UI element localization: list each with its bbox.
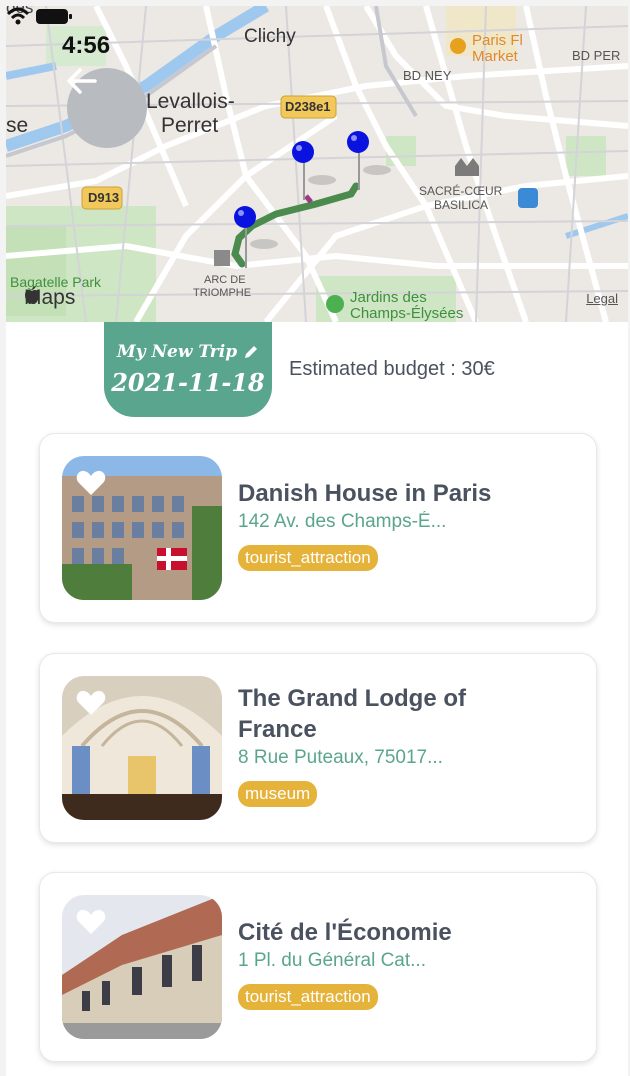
place-name: Cité de l'Économie	[238, 919, 452, 946]
map-label-arc2: TRIOMPHE	[193, 287, 252, 299]
route-map[interactable]: oes Clichy Levallois- Perret se D238e1 B…	[6, 6, 628, 322]
heart-icon[interactable]	[76, 470, 106, 496]
heart-icon[interactable]	[76, 909, 106, 935]
place-info: The Grand Lodge of France 8 Rue Puteaux,…	[238, 683, 578, 807]
map-label-d238e1: D238e1	[285, 99, 331, 114]
map-label-perret: Perret	[161, 114, 219, 137]
heart-icon[interactable]	[76, 690, 106, 716]
battery-icon	[36, 9, 72, 24]
apple-icon	[25, 286, 39, 304]
trip-name-row: My New Trip	[104, 342, 272, 362]
map-label-sacre-coeur: SACRÉ-CŒUR	[419, 184, 503, 198]
place-card[interactable]: The Grand Lodge of France 8 Rue Puteaux,…	[39, 653, 597, 843]
place-card[interactable]: Danish House in Paris 142 Av. des Champs…	[39, 433, 597, 623]
map-label-jardins1: Jardins des	[350, 289, 427, 306]
place-info: Cité de l'Économie 1 Pl. du Général Cat.…	[238, 917, 578, 1010]
map-label-left-edge: se	[6, 114, 29, 137]
place-name: Danish House in Paris	[238, 480, 492, 507]
place-tag: tourist_attraction	[238, 984, 378, 1010]
map-label-market: Market	[472, 48, 518, 65]
map-label-bd-ney: BD NEY	[403, 68, 452, 83]
map-label-jardins2: Champs-Élysées	[350, 305, 464, 322]
maps-brand: Maps	[24, 286, 75, 310]
map-label-bd-per: BD PER	[572, 48, 621, 63]
back-button[interactable]	[67, 68, 147, 148]
map-label-paris-market: Paris Fl	[472, 32, 523, 49]
trip-name: My New Trip	[116, 342, 238, 362]
legal-link[interactable]: Legal	[586, 291, 618, 306]
map-label-basilica: BASILICA	[434, 198, 489, 212]
app-frame: oes Clichy Levallois- Perret se D238e1 B…	[6, 6, 628, 1076]
place-photo	[62, 895, 222, 1039]
place-card[interactable]: Cité de l'Économie 1 Pl. du Général Cat.…	[39, 872, 597, 1062]
place-tag: tourist_attraction	[238, 545, 378, 571]
map-label-clichy: Clichy	[244, 26, 296, 47]
wifi-icon	[6, 7, 30, 25]
place-name: The Grand Lodge of France	[238, 685, 466, 743]
status-icons	[6, 7, 72, 25]
place-photo	[62, 456, 222, 600]
estimated-budget: Estimated budget : 30€	[289, 358, 495, 380]
trip-badge[interactable]: My New Trip 2021-11-18	[104, 322, 272, 417]
place-tag: museum	[238, 781, 318, 807]
place-address: 8 Rue Puteaux, 75017...	[238, 747, 443, 768]
back-arrow-icon	[67, 68, 97, 94]
map-label-d913: D913	[88, 190, 120, 205]
trip-date: 2021-11-18	[111, 368, 265, 397]
place-address: 1 Pl. du Général Cat...	[238, 950, 426, 971]
pencil-icon[interactable]	[243, 344, 259, 360]
place-address: 142 Av. des Champs-É...	[238, 511, 447, 532]
place-photo	[62, 676, 222, 820]
map-label-arc1: ARC DE	[204, 274, 246, 286]
place-info: Danish House in Paris 142 Av. des Champs…	[238, 478, 578, 571]
map-label-levallois: Levallois-	[146, 90, 235, 113]
status-bar-time: 4:56	[62, 32, 111, 59]
